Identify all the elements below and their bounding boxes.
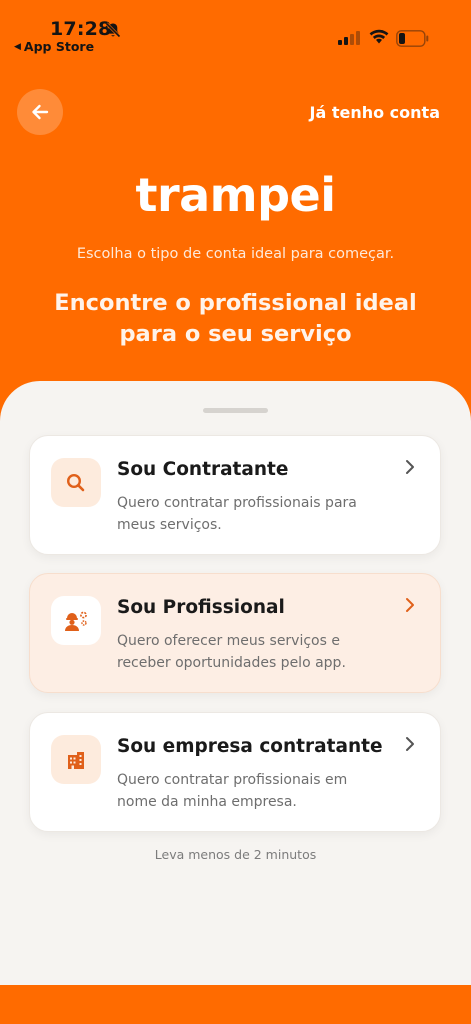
back-to-app-store[interactable]: ◀ App Store: [14, 39, 94, 54]
sheet-handle[interactable]: [203, 408, 268, 413]
page-subtitle: Escolha o tipo de conta ideal para começ…: [76, 246, 395, 262]
status-time: 17:28: [50, 18, 112, 40]
option-description: Quero contratar profissionais em nome da…: [117, 769, 397, 813]
chevron-right-icon: [406, 460, 414, 474]
option-description: Quero contratar profissionais para meus …: [117, 492, 397, 536]
option-description: Quero oferecer meus serviços e receber o…: [117, 630, 397, 674]
option-title: Sou Contratante: [117, 459, 289, 480]
option-description-line-1: Quero oferecer meus serviços e: [117, 633, 340, 649]
status-bar: 17:28 ◀ App Store: [0, 0, 471, 60]
chevron-right-icon: [406, 737, 414, 751]
search-icon: [51, 458, 101, 507]
building-icon: [51, 735, 101, 784]
login-link[interactable]: Já tenho conta: [310, 103, 440, 122]
account-type-sheet: Sou Contratante Quero contratar profissi…: [0, 381, 471, 985]
option-card-empresa[interactable]: Sou empresa contratante Quero contratar …: [29, 712, 441, 832]
back-triangle-icon: ◀: [14, 41, 21, 52]
option-title: Sou empresa contratante: [117, 736, 383, 757]
option-card-profissional[interactable]: Sou Profissional Quero oferecer meus ser…: [29, 573, 441, 693]
option-description-line-2: nome da minha empresa.: [117, 794, 297, 810]
battery-icon: [396, 30, 429, 47]
option-description-line-2: receber oportunidades pelo app.: [117, 655, 346, 671]
page-headline: Encontre o profissional ideal para o seu…: [20, 288, 451, 350]
time-estimate-note: Leva menos de 2 minutos: [154, 847, 317, 862]
worker-icon: [51, 596, 101, 645]
back-app-label: App Store: [23, 39, 95, 54]
option-title: Sou Profissional: [117, 597, 285, 618]
app-logo: trampei: [135, 168, 336, 222]
headline-line-1: Encontre o profissional ideal: [54, 290, 417, 316]
chevron-right-icon: [406, 598, 414, 612]
option-description-line-2: meus serviços.: [117, 517, 222, 533]
headline-line-2: para o seu serviço: [119, 321, 352, 347]
option-card-contratante[interactable]: Sou Contratante Quero contratar profissi…: [29, 435, 441, 555]
wifi-icon: [369, 29, 389, 44]
back-button[interactable]: [17, 89, 63, 135]
signal-icon: [338, 31, 360, 45]
option-description-line-1: Quero contratar profissionais para: [117, 495, 357, 511]
bell-off-icon: [105, 22, 121, 38]
bottom-bar: [0, 985, 471, 1024]
option-description-line-1: Quero contratar profissionais em: [117, 772, 348, 788]
arrow-left-icon: [32, 104, 49, 120]
